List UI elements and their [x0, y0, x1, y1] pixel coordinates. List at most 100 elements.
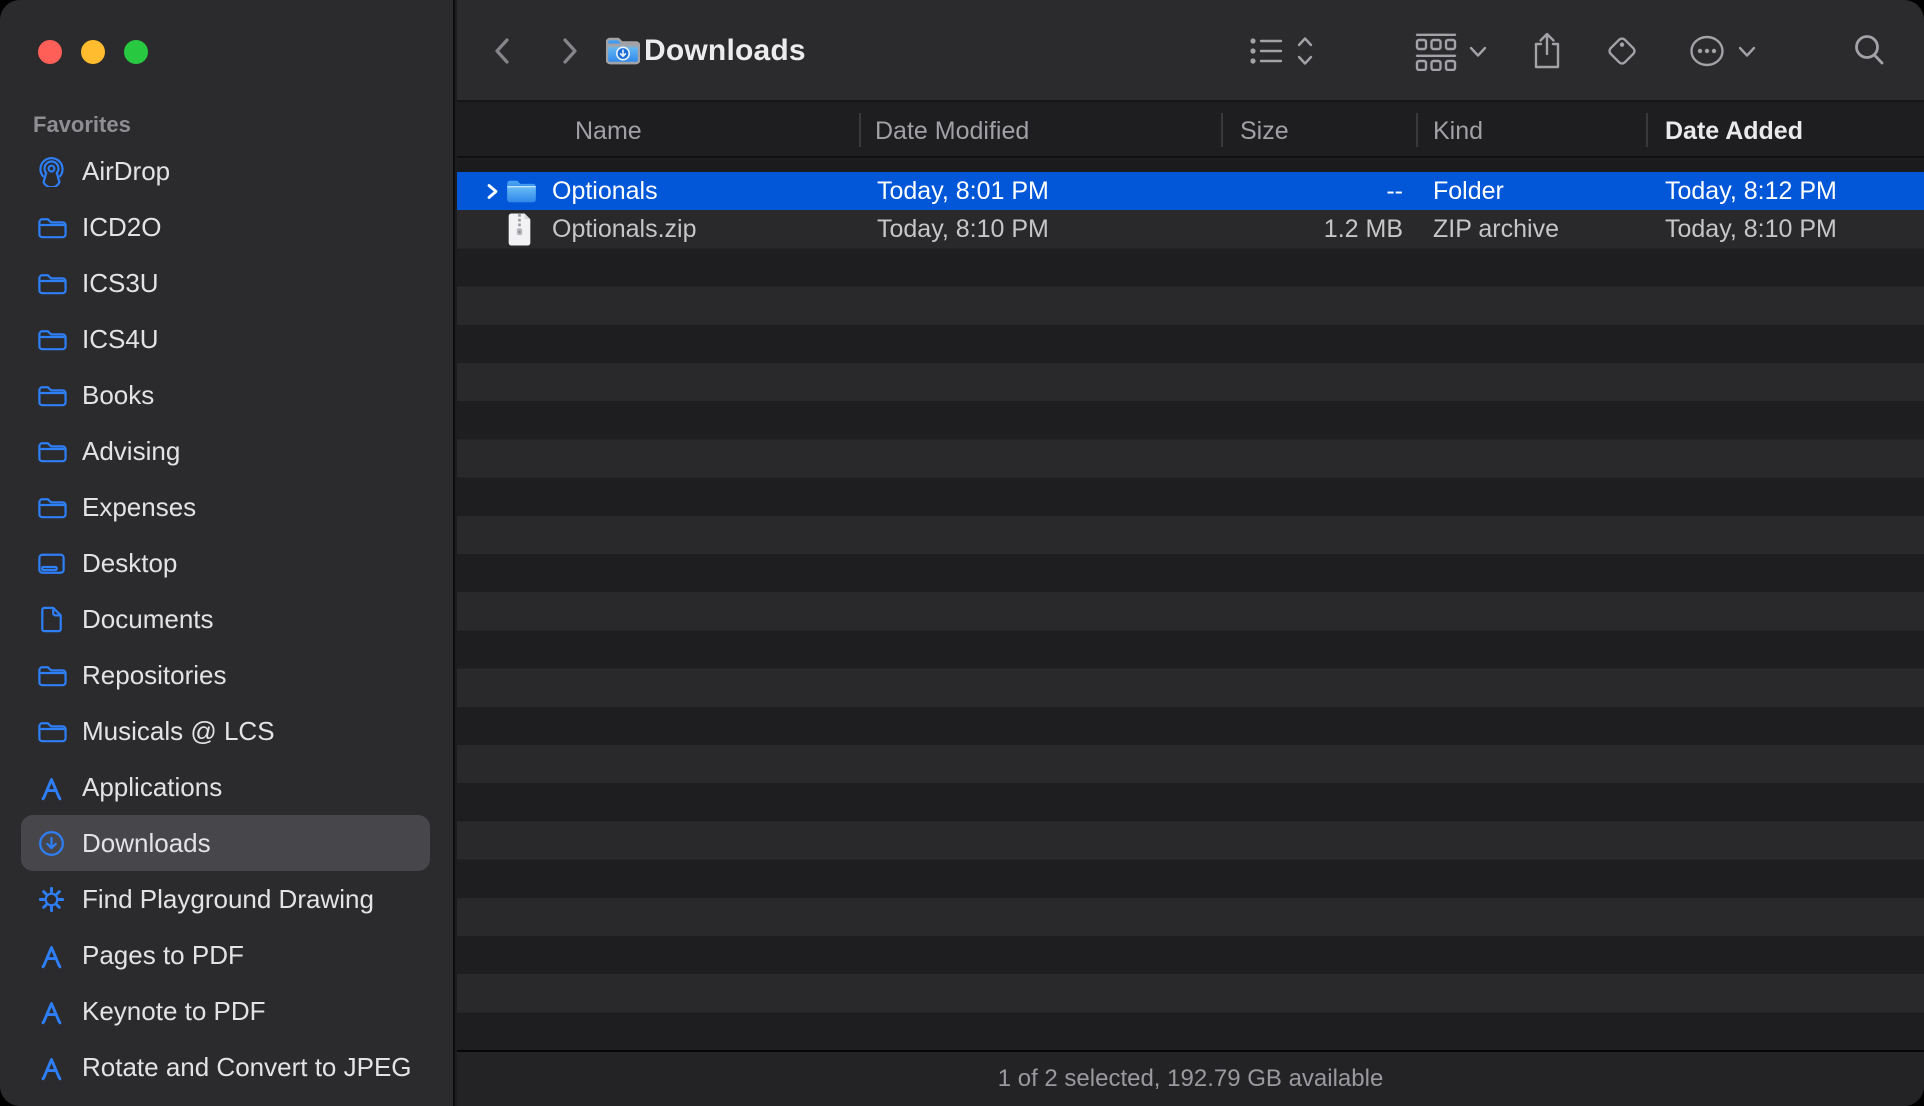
more-options-button[interactable]	[1688, 0, 1760, 102]
zip-file-icon	[506, 210, 533, 248]
sidebar-item-find-playground-drawing[interactable]: Find Playground Drawing	[21, 871, 430, 927]
app-store-icon	[36, 996, 67, 1027]
sidebar-item-label: Keynote to PDF	[82, 996, 266, 1027]
column-divider[interactable]	[1416, 113, 1418, 147]
sidebar-item-label: Musicals @ LCS	[82, 716, 275, 747]
file-kind: Folder	[1433, 172, 1504, 210]
status-bar: 1 of 2 selected, 192.79 GB available	[457, 1050, 1924, 1106]
sidebar-item-label: ICD2O	[82, 212, 161, 243]
folder-icon	[506, 172, 537, 210]
view-options-button[interactable]	[1249, 0, 1321, 102]
sidebar-item-label: Find Playground Drawing	[82, 884, 374, 915]
file-date-added: Today, 8:12 PM	[1665, 172, 1837, 210]
sidebar-item-ics4u[interactable]: ICS4U	[21, 311, 430, 367]
content-area: Downloads	[457, 0, 1924, 1106]
file-date-added: Today, 8:10 PM	[1665, 210, 1837, 248]
folder-icon	[36, 436, 67, 467]
folder-icon	[36, 380, 67, 411]
finder-window: Favorites AirDrop ICD2O ICS3U ICS4U Book…	[0, 0, 1924, 1106]
minimize-button[interactable]	[81, 40, 105, 64]
file-name: Optionals	[552, 172, 658, 210]
app-store-icon	[36, 940, 67, 971]
chevron-down-icon	[1740, 48, 1754, 56]
sidebar-item-ics3u[interactable]: ICS3U	[21, 255, 430, 311]
downloads-folder-icon	[606, 0, 640, 102]
app-store-icon	[36, 772, 67, 803]
file-kind: ZIP archive	[1433, 210, 1559, 248]
file-list: Optionals Today, 8:01 PM -- Folder Today…	[457, 160, 1924, 1050]
sidebar-item-pages-to-pdf[interactable]: Pages to PDF	[21, 927, 430, 983]
file-size: 1.2 MB	[1222, 210, 1403, 248]
file-date-modified: Today, 8:01 PM	[877, 172, 1049, 210]
folder-icon	[36, 268, 67, 299]
gear-icon	[36, 884, 67, 915]
sidebar-item-airdrop[interactable]: AirDrop	[21, 143, 430, 199]
column-header-date-added[interactable]: Date Added	[1665, 104, 1803, 158]
window-title: Downloads	[644, 0, 806, 102]
sidebar-item-label: Downloads	[82, 828, 211, 859]
sidebar-item-label: ICS3U	[82, 268, 159, 299]
sidebar-item-repositories[interactable]: Repositories	[21, 647, 430, 703]
file-name: Optionals.zip	[552, 210, 697, 248]
download-circle-icon	[36, 828, 67, 859]
file-row-optionals-zip[interactable]: Optionals.zip Today, 8:10 PM 1.2 MB ZIP …	[457, 210, 1924, 248]
column-divider[interactable]	[1221, 113, 1223, 147]
sidebar-item-label: AirDrop	[82, 156, 170, 187]
status-text: 1 of 2 selected, 192.79 GB available	[998, 1065, 1384, 1093]
sidebar-item-label: Expenses	[82, 492, 196, 523]
sidebar-item-rotate-and-convert-to-jpeg[interactable]: Rotate and Convert to JPEG	[21, 1039, 430, 1095]
file-size: --	[1222, 172, 1403, 210]
sidebar-items: AirDrop ICD2O ICS3U ICS4U Books Advising	[0, 143, 453, 1095]
group-by-button[interactable]	[1415, 0, 1489, 102]
column-divider[interactable]	[1646, 113, 1648, 147]
column-header-date-modified[interactable]: Date Modified	[875, 104, 1029, 158]
sidebar-item-label: Documents	[82, 604, 214, 635]
sidebar-item-downloads[interactable]: Downloads	[21, 815, 430, 871]
column-header-row: Name Date Modified Size Kind Date Added	[457, 104, 1924, 158]
column-header-size[interactable]: Size	[1240, 104, 1289, 158]
back-button[interactable]	[491, 0, 515, 102]
desktop-icon	[36, 548, 67, 579]
sidebar-item-keynote-to-pdf[interactable]: Keynote to PDF	[21, 983, 430, 1039]
sidebar-item-label: Pages to PDF	[82, 940, 244, 971]
sidebar-item-label: Rotate and Convert to JPEG	[82, 1052, 412, 1083]
disclosure-chevron-icon[interactable]	[486, 172, 499, 210]
share-button[interactable]	[1529, 0, 1565, 102]
file-row-optionals[interactable]: Optionals Today, 8:01 PM -- Folder Today…	[457, 172, 1924, 210]
sidebar-item-documents[interactable]: Documents	[21, 591, 430, 647]
sidebar-item-label: ICS4U	[82, 324, 159, 355]
close-button[interactable]	[38, 40, 62, 64]
sidebar-item-icd2o[interactable]: ICD2O	[21, 199, 430, 255]
folder-icon	[36, 492, 67, 523]
app-store-icon	[36, 1052, 67, 1083]
folder-icon	[36, 660, 67, 691]
document-icon	[36, 604, 67, 635]
column-divider[interactable]	[859, 113, 861, 147]
airdrop-icon	[36, 156, 67, 187]
sidebar-item-applications[interactable]: Applications	[21, 759, 430, 815]
column-header-name[interactable]: Name	[575, 104, 642, 158]
folder-icon	[36, 212, 67, 243]
sidebar-item-label: Advising	[82, 436, 180, 467]
toolbar: Downloads	[457, 0, 1924, 102]
search-button[interactable]	[1850, 0, 1890, 102]
sidebar-item-books[interactable]: Books	[21, 367, 430, 423]
sidebar-item-label: Repositories	[82, 660, 227, 691]
sidebar-item-label: Desktop	[82, 548, 177, 579]
sidebar-item-label: Books	[82, 380, 154, 411]
sidebar: Favorites AirDrop ICD2O ICS3U ICS4U Book…	[0, 0, 455, 1106]
zoom-button[interactable]	[124, 40, 148, 64]
favorites-section-label: Favorites	[33, 112, 131, 138]
sidebar-item-expenses[interactable]: Expenses	[21, 479, 430, 535]
sort-toggle-icon	[1299, 39, 1311, 64]
sidebar-item-label: Applications	[82, 772, 222, 803]
sidebar-item-advising[interactable]: Advising	[21, 423, 430, 479]
folder-icon	[36, 324, 67, 355]
alternating-row-stripes	[457, 172, 1924, 1050]
sidebar-item-desktop[interactable]: Desktop	[21, 535, 430, 591]
column-header-kind[interactable]: Kind	[1433, 104, 1483, 158]
sidebar-item-musicals-at-lcs[interactable]: Musicals @ LCS	[21, 703, 430, 759]
file-date-modified: Today, 8:10 PM	[877, 210, 1049, 248]
forward-button[interactable]	[557, 0, 581, 102]
tag-button[interactable]	[1602, 0, 1642, 102]
